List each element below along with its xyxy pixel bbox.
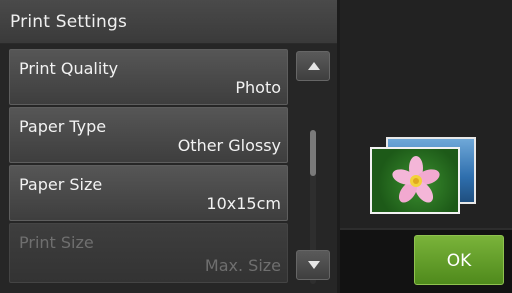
scrollbar-thumb[interactable] [310, 130, 316, 176]
setting-value: Photo [235, 78, 281, 97]
setting-name: Print Size [19, 233, 94, 252]
setting-value: Other Glossy [177, 136, 281, 155]
setting-value: Max. Size [204, 256, 281, 275]
setting-name: Print Quality [19, 59, 119, 78]
setting-paper-type[interactable]: Paper Type Other Glossy [9, 107, 288, 163]
setting-name: Paper Type [19, 117, 107, 136]
ok-label: OK [446, 251, 472, 271]
chevron-down-icon [308, 261, 320, 269]
photo-preview-icon [370, 147, 460, 214]
settings-list: Print Quality Photo Paper Type Other Glo… [0, 44, 337, 293]
ok-button[interactable]: OK [414, 235, 504, 285]
flower-icon [392, 156, 440, 203]
setting-value: 10x15cm [206, 194, 281, 213]
scroll-down-button[interactable] [296, 250, 330, 280]
setting-print-quality[interactable]: Print Quality Photo [9, 49, 288, 105]
page-title: Print Settings [10, 12, 128, 32]
setting-paper-size[interactable]: Paper Size 10x15cm [9, 165, 288, 221]
preview-area [340, 0, 512, 228]
scroll-up-button[interactable] [296, 51, 330, 81]
chevron-up-icon [308, 62, 320, 70]
header-bar: Print Settings [0, 0, 337, 44]
setting-print-size: Print Size Max. Size [9, 223, 288, 283]
setting-name: Paper Size [19, 175, 103, 194]
